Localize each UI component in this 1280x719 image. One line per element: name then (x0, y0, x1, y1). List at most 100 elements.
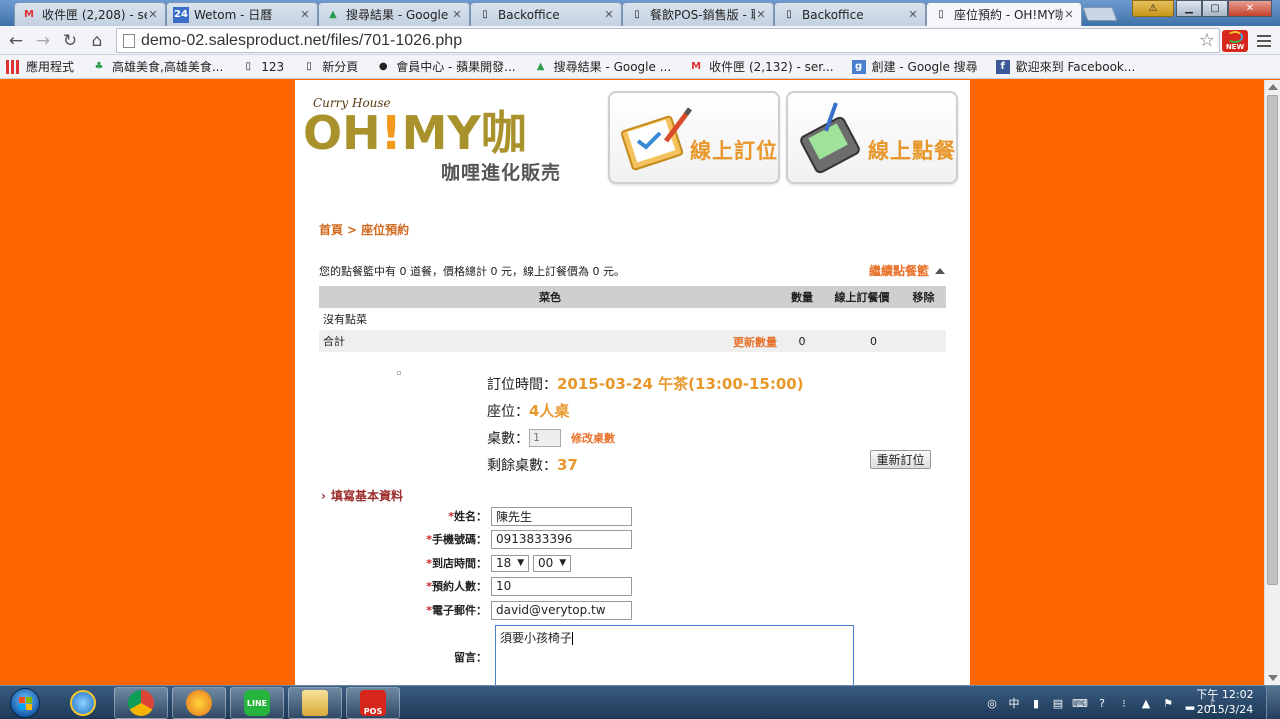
close-icon[interactable]: ✕ (603, 8, 615, 21)
bookmark-new-tab[interactable]: ▯ 新分頁 (302, 58, 358, 75)
address-bar[interactable]: demo-02.salesproduct.net/files/701-1026.… (116, 28, 1220, 53)
start-button[interactable] (3, 687, 47, 719)
menu-button[interactable] (1254, 30, 1274, 52)
taskbar-app-yellow[interactable] (172, 687, 226, 719)
breadcrumb-home[interactable]: 首頁 (319, 223, 343, 237)
bookmark-label: 應用程式 (26, 60, 75, 74)
close-icon[interactable]: ✕ (907, 8, 919, 21)
bookmark-facebook[interactable]: f 歡迎來到 Facebook... (995, 58, 1135, 75)
col-price: 線上訂餐價 (823, 286, 901, 308)
close-icon[interactable]: ✕ (147, 8, 159, 21)
bookmark-123[interactable]: ▯ 123 (241, 60, 285, 74)
collapse-arrow-icon[interactable] (935, 268, 945, 274)
form-row-email: *電子郵件： david@verytop.tw (295, 599, 970, 621)
name-input[interactable]: 陳先生 (491, 506, 632, 526)
google-icon: g (851, 59, 866, 74)
home-button[interactable]: ⌂ (86, 30, 108, 52)
maximize-button[interactable]: ▢ (1202, 0, 1228, 17)
site-logo[interactable]: Curry House OH!MY咖 咖哩進化販売 (303, 94, 573, 184)
ime-mode[interactable]: 中 (1006, 695, 1022, 711)
message-textarea[interactable]: 須要小孩椅子 (495, 625, 854, 685)
scroll-down-icon[interactable] (1268, 675, 1278, 681)
scrollbar-thumb[interactable] (1267, 95, 1278, 585)
reservation-remaining-value: 37 (557, 455, 578, 474)
close-icon[interactable]: ✕ (299, 8, 311, 21)
people-input[interactable]: 10 (491, 576, 632, 596)
tables-input[interactable]: 1 (529, 428, 561, 447)
tab-google-search[interactable]: ▲ 搜尋結果 - Google ✕ (318, 2, 470, 26)
continue-cart-link[interactable]: 繼續點餐籃 (869, 262, 945, 279)
logo-brand-part: ! (380, 106, 402, 160)
tab-backoffice-2[interactable]: ▯ Backoffice ✕ (774, 2, 926, 26)
logo-subtitle: 咖哩進化販売 (441, 162, 562, 184)
bookmark-google[interactable]: g 創建 - Google 搜尋 (851, 58, 978, 75)
close-icon[interactable]: ✕ (755, 8, 767, 21)
taskbar-chrome[interactable] (114, 687, 168, 719)
tab-gmail[interactable]: M 收件匣 (2,208) - ser ✕ (14, 2, 166, 26)
scroll-up-icon[interactable] (1268, 84, 1278, 90)
message-label: 留言： (454, 651, 487, 664)
online-reservation-button[interactable]: 線上訂位 (608, 91, 780, 184)
form-row-arrival: *到店時間： 18 ▼ 00 ▼ (295, 552, 970, 574)
tab-pos[interactable]: ▯ 餐飲POS-銷售版 - 聯 ✕ (622, 2, 774, 26)
page-icon: ▯ (245, 61, 252, 72)
message-text: 須要小孩椅子 (500, 631, 573, 645)
arrival-hour-select[interactable]: 18 ▼ (491, 554, 529, 572)
new-tab-button[interactable] (1082, 7, 1118, 21)
modify-tables-link[interactable]: 修改桌數 (571, 430, 615, 446)
forward-button[interactable]: → (32, 30, 54, 52)
phone-label-text: 手機號碼： (432, 533, 487, 546)
tab-backoffice-1[interactable]: ▯ Backoffice ✕ (470, 2, 622, 26)
ime-icon[interactable]: ◎ (984, 695, 1000, 711)
ime-keyboard-icon[interactable]: ⌨ (1072, 695, 1088, 711)
taskbar-ie[interactable] (56, 687, 110, 719)
show-desktop-button[interactable] (1266, 686, 1280, 719)
ime-settings-icon[interactable]: ▤ (1050, 695, 1066, 711)
flag-icon[interactable]: ⚑ (1160, 695, 1176, 711)
show-hidden-icons[interactable]: ▲ (1138, 695, 1154, 711)
taskbar-pos[interactable]: POS (346, 687, 400, 719)
tab-wetom[interactable]: 24 Wetom - 日曆 ✕ (166, 2, 318, 26)
cart-summary: 您的點餐籃中有 0 道餐，價格總計 0 元，線上訂餐價為 0 元。 (319, 265, 625, 278)
user-icon[interactable]: ⚠ (1132, 0, 1174, 17)
online-order-label: 線上點餐 (868, 139, 956, 163)
minimize-button[interactable]: ▁ (1176, 0, 1202, 17)
reload-button[interactable]: ↻ (59, 30, 81, 52)
arrival-label-text: 到店時間： (432, 557, 487, 570)
bookmark-google-search[interactable]: ▲ 搜尋結果 - Google ... (534, 58, 671, 75)
reservation-seat-value: 4人桌 (529, 402, 570, 420)
taskbar-explorer[interactable] (288, 687, 342, 719)
close-window-button[interactable]: ✕ (1228, 0, 1272, 17)
bookmark-star-icon[interactable]: ☆ (1195, 30, 1219, 51)
arrival-minute-select[interactable]: 00 ▼ (533, 554, 571, 572)
bookmark-apple-dev[interactable]: ● 會員中心 - 蘋果開發... (376, 58, 516, 75)
bookmark-food[interactable]: ♣ 高雄美食,高雄美食... (92, 58, 224, 75)
close-icon[interactable]: ✕ (451, 8, 463, 21)
bookmark-gmail[interactable]: M 收件匣 (2,132) - ser... (689, 58, 833, 75)
online-order-button[interactable]: 線上點餐 (786, 91, 958, 184)
rebook-button[interactable]: 重新訂位 (870, 450, 931, 469)
apple-icon: ● (378, 61, 388, 72)
system-clock[interactable]: 下午 12:02 2015/3/24 (1190, 687, 1260, 717)
help-icon[interactable]: ? (1094, 695, 1110, 711)
tab-reservation[interactable]: ▯ 座位預約 - OH!MY咖 ✕ (926, 2, 1082, 26)
ime-fullwidth-icon[interactable]: ▮ (1028, 695, 1044, 711)
tab-title: Backoffice (498, 7, 560, 22)
back-button[interactable]: ← (5, 30, 27, 52)
page-scrollbar[interactable] (1264, 80, 1280, 685)
form-row-people: *預約人數： 10 (295, 575, 970, 597)
close-icon[interactable]: ✕ (1063, 8, 1075, 21)
cart-total-label: 合計 (323, 335, 345, 348)
phone-input[interactable]: 0913833396 (491, 529, 632, 549)
reservation-time-row: 訂位時間： 2015-03-24 午茶(13:00-15:00) (487, 370, 804, 397)
cart-header-row: 菜色 數量 線上訂餐價 移除 (319, 286, 946, 308)
clipboard-pen-icon (620, 107, 692, 171)
email-input[interactable]: david@verytop.tw (491, 600, 632, 620)
taskbar-line[interactable]: LINE (230, 687, 284, 719)
folder-icon (302, 690, 328, 716)
bookmark-apps[interactable]: 應用程式 (6, 58, 74, 75)
extension-new-icon[interactable]: NEW (1222, 30, 1248, 52)
update-qty-link[interactable]: 更新數量 (733, 334, 777, 350)
ime-options-icon[interactable]: ⁝ (1116, 695, 1132, 711)
cart-total-cell: 合計 更新數量 (319, 330, 781, 352)
